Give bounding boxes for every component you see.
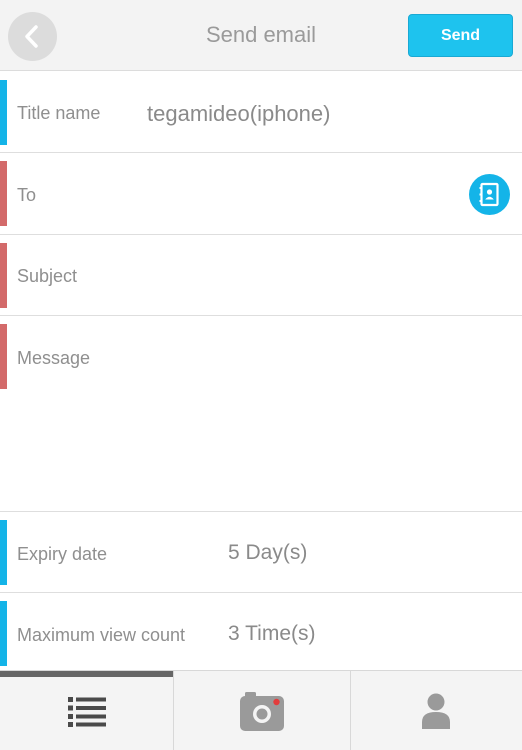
subject-row[interactable]: Subject (0, 235, 522, 316)
user-icon (422, 693, 450, 729)
expiry-date-row[interactable]: Expiry date 5 Day(s) (0, 512, 522, 593)
view-count-label: Maximum view count (17, 625, 186, 645)
tab-list[interactable] (0, 671, 173, 750)
title-name-field[interactable]: tegamideo(iphone) (147, 101, 330, 127)
expiry-date-label: Expiry date (17, 544, 108, 564)
list-icon (68, 697, 106, 727)
optional-field-marker (0, 80, 7, 145)
required-field-marker (0, 243, 7, 308)
required-field-marker (0, 324, 7, 389)
header-bar: Send email Send (0, 0, 522, 71)
to-row[interactable]: To (0, 153, 522, 235)
optional-field-marker (0, 601, 7, 666)
optional-field-marker (0, 520, 7, 585)
tab-camera[interactable] (173, 671, 350, 750)
expiry-date-value[interactable]: 5 Day(s) (228, 541, 307, 565)
address-book-icon (479, 182, 499, 207)
tab-profile[interactable] (350, 671, 522, 750)
to-label: To (17, 185, 37, 205)
message-label: Message (17, 348, 91, 368)
required-field-marker (0, 161, 7, 226)
subject-label: Subject (17, 266, 78, 286)
view-count-value[interactable]: 3 Time(s) (228, 622, 316, 646)
tab-bar (0, 670, 522, 750)
message-row[interactable]: Message (0, 316, 522, 512)
contacts-button[interactable] (469, 174, 510, 215)
camera-icon (240, 692, 284, 731)
title-name-row[interactable]: Title name tegamideo(iphone) (0, 71, 522, 153)
send-button[interactable]: Send (408, 14, 513, 57)
view-count-row[interactable]: Maximum view count 3 Time(s) (0, 593, 522, 671)
title-name-label: Title name (17, 103, 101, 123)
